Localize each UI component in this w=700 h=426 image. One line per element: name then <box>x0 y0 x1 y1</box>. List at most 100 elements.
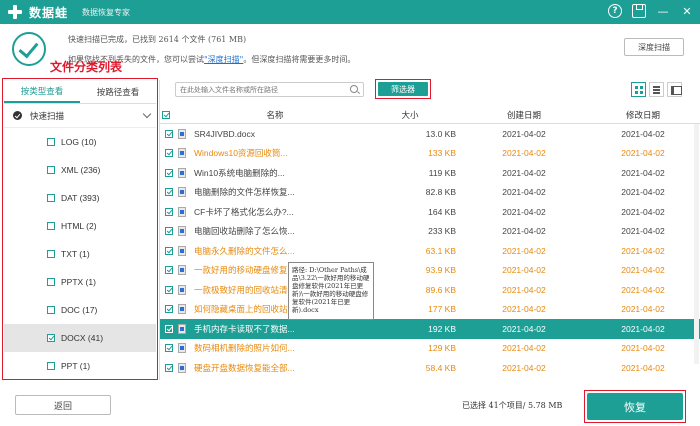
category-item[interactable]: DOCX (41) <box>4 324 156 352</box>
category-item[interactable]: PPTX (1) <box>4 268 156 296</box>
row-check-cell <box>160 188 178 197</box>
column-name[interactable]: 名称 <box>190 109 360 121</box>
recover-button[interactable]: 恢复 <box>587 393 683 420</box>
detail-view-icon[interactable] <box>667 82 682 97</box>
category-item[interactable]: PPT (1) <box>4 352 156 380</box>
table-row[interactable]: Windows10资源回收筒... 133 KB 2021-04-02 2021-04… <box>160 144 700 164</box>
category-item[interactable]: DOC (17) <box>4 296 156 324</box>
table-row[interactable]: 如何隐藏桌面上的回收站... 177 KB 2021-04-02 2021-04-02 <box>160 300 700 320</box>
file-size: 129 KB <box>428 343 456 354</box>
category-item[interactable]: XML (236) <box>4 156 156 184</box>
file-size: 192 KB <box>428 323 456 334</box>
tab-by-path[interactable]: 按路径查看 <box>80 80 156 103</box>
quick-scan-group[interactable]: 快速扫描 <box>4 104 156 128</box>
category-checkbox[interactable] <box>47 138 55 146</box>
row-check-cell <box>160 207 178 216</box>
table-row[interactable]: CF卡坏了格式化怎么办?... 164 KB 2021-04-02 2021-04-0… <box>160 202 700 222</box>
row-checkbox[interactable] <box>165 188 173 197</box>
quick-scan-check-icon <box>13 111 22 120</box>
file-created: 2021-04-02 <box>502 148 546 159</box>
table-row[interactable]: 数码相机删除的照片如何... 129 KB 2021-04-02 2021-04-02 <box>160 339 700 359</box>
row-icon-cell <box>178 245 190 256</box>
category-checkbox[interactable] <box>47 194 55 202</box>
row-checkbox[interactable] <box>165 344 173 353</box>
help-icon[interactable]: ? <box>608 4 622 18</box>
table-row[interactable]: 电脑永久删除的文件怎么... 63.1 KB 2021-04-02 2021-04-0… <box>160 241 700 261</box>
search-input[interactable] <box>176 83 363 96</box>
row-checkbox[interactable] <box>165 305 173 314</box>
category-item[interactable]: LOG (10) <box>4 128 156 156</box>
view-tabs: 按类型查看 按路径查看 <box>4 80 156 104</box>
table-row[interactable]: Win10系统电脑删除的... 119 KB 2021-04-02 2021-04-0… <box>160 163 700 183</box>
deep-scan-link[interactable]: "深度扫描" <box>204 55 243 64</box>
table-row[interactable]: 手机内存卡读取不了数据... 192 KB 2021-04-02 2021-04-02 <box>160 319 700 339</box>
category-item[interactable]: TXT (1) <box>4 240 156 268</box>
table-row[interactable]: 一款极致好用的回收站清... 89.6 KB 2021-04-02 2021-04-0… <box>160 280 700 300</box>
file-size: 119 KB <box>428 167 456 178</box>
row-checkbox[interactable] <box>165 285 173 294</box>
table-row[interactable]: 电脑回收站删除了怎么恢... 233 KB 2021-04-02 2021-04-02 <box>160 222 700 242</box>
docx-file-icon <box>178 265 186 276</box>
table-scrollbar[interactable] <box>694 124 699 364</box>
row-check-cell <box>160 285 178 294</box>
table-row[interactable]: 一款好用的移动硬盘修复... 93.9 KB 2021-04-02 2021-04-0… <box>160 261 700 281</box>
category-checkbox[interactable] <box>47 334 55 342</box>
row-checkbox[interactable] <box>165 363 173 372</box>
grid-view-icon[interactable] <box>631 82 646 97</box>
select-all-checkbox[interactable] <box>162 110 170 119</box>
table-row[interactable]: 硬盘开盘数据恢复能全部... 58.4 KB 2021-04-02 2021-04-0… <box>160 358 700 378</box>
category-label: PPTX (1) <box>61 277 96 287</box>
column-size[interactable]: 大小 <box>360 109 460 121</box>
file-created: 2021-04-02 <box>502 323 546 334</box>
docx-file-icon <box>178 245 186 256</box>
row-checkbox[interactable] <box>165 207 173 216</box>
category-checkbox[interactable] <box>47 166 55 174</box>
category-item[interactable]: DAT (393) <box>4 184 156 212</box>
filter-button[interactable]: 筛选器 <box>378 82 428 96</box>
list-view-icon[interactable] <box>649 82 664 97</box>
row-checkbox[interactable] <box>165 246 173 255</box>
file-size: 13.0 KB <box>425 128 456 139</box>
row-icon-cell <box>178 265 190 276</box>
tab-by-type[interactable]: 按类型查看 <box>4 80 80 103</box>
category-checkbox[interactable] <box>47 250 55 258</box>
file-table-body: SR4JIVBD.docx 13.0 KB 2021-04-02 2021-04-02… <box>160 124 700 380</box>
table-row[interactable]: 行车记录仪删除的视频恢...124 KB2021-04-022021-04-02 <box>160 378 700 381</box>
category-checkbox[interactable] <box>47 278 55 286</box>
table-row[interactable]: SR4JIVBD.docx 13.0 KB 2021-04-02 2021-04-02 <box>160 124 700 144</box>
window-controls: ? — ✕ <box>608 4 694 18</box>
row-checkbox[interactable] <box>165 324 173 333</box>
file-name: Win10系统电脑删除的... <box>194 167 285 178</box>
chevron-down-icon[interactable] <box>142 109 152 119</box>
column-created[interactable]: 创建日期 <box>460 109 588 121</box>
file-created: 2021-04-02 <box>502 167 546 178</box>
category-checkbox[interactable] <box>47 362 55 370</box>
row-checkbox[interactable] <box>165 227 173 236</box>
search-icon[interactable] <box>350 85 358 93</box>
deep-scan-hint-after: 。但深度扫描将需要更多时间。 <box>243 55 356 64</box>
row-checkbox[interactable] <box>165 129 173 138</box>
file-name: 电脑删除的文件怎样恢复... <box>194 187 295 198</box>
back-button[interactable]: 返回 <box>15 395 111 415</box>
save-icon[interactable] <box>632 4 646 18</box>
file-created: 2021-04-02 <box>502 128 546 139</box>
row-icon-cell <box>178 226 190 237</box>
row-check-cell <box>160 227 178 236</box>
category-checkbox[interactable] <box>47 222 55 230</box>
docx-file-icon <box>178 148 186 159</box>
column-modified[interactable]: 修改日期 <box>588 109 698 121</box>
selection-info: 已选择 41个项目/ 5.78 MB <box>462 401 563 410</box>
table-row[interactable]: 电脑删除的文件怎样恢复... 82.8 KB 2021-04-02 2021-04-0… <box>160 183 700 203</box>
row-checkbox[interactable] <box>165 149 173 158</box>
close-icon[interactable]: ✕ <box>680 4 694 18</box>
deep-scan-button[interactable]: 深度扫描 <box>624 38 684 56</box>
row-checkbox[interactable] <box>165 168 173 177</box>
row-check-cell <box>160 168 178 177</box>
row-checkbox[interactable] <box>165 266 173 275</box>
category-checkbox[interactable] <box>47 306 55 314</box>
category-item[interactable]: HTML (2) <box>4 212 156 240</box>
minimize-icon[interactable]: — <box>656 4 670 18</box>
file-size: 177 KB <box>428 304 456 315</box>
row-check-cell <box>160 246 178 255</box>
category-label: PPT (1) <box>61 361 91 371</box>
